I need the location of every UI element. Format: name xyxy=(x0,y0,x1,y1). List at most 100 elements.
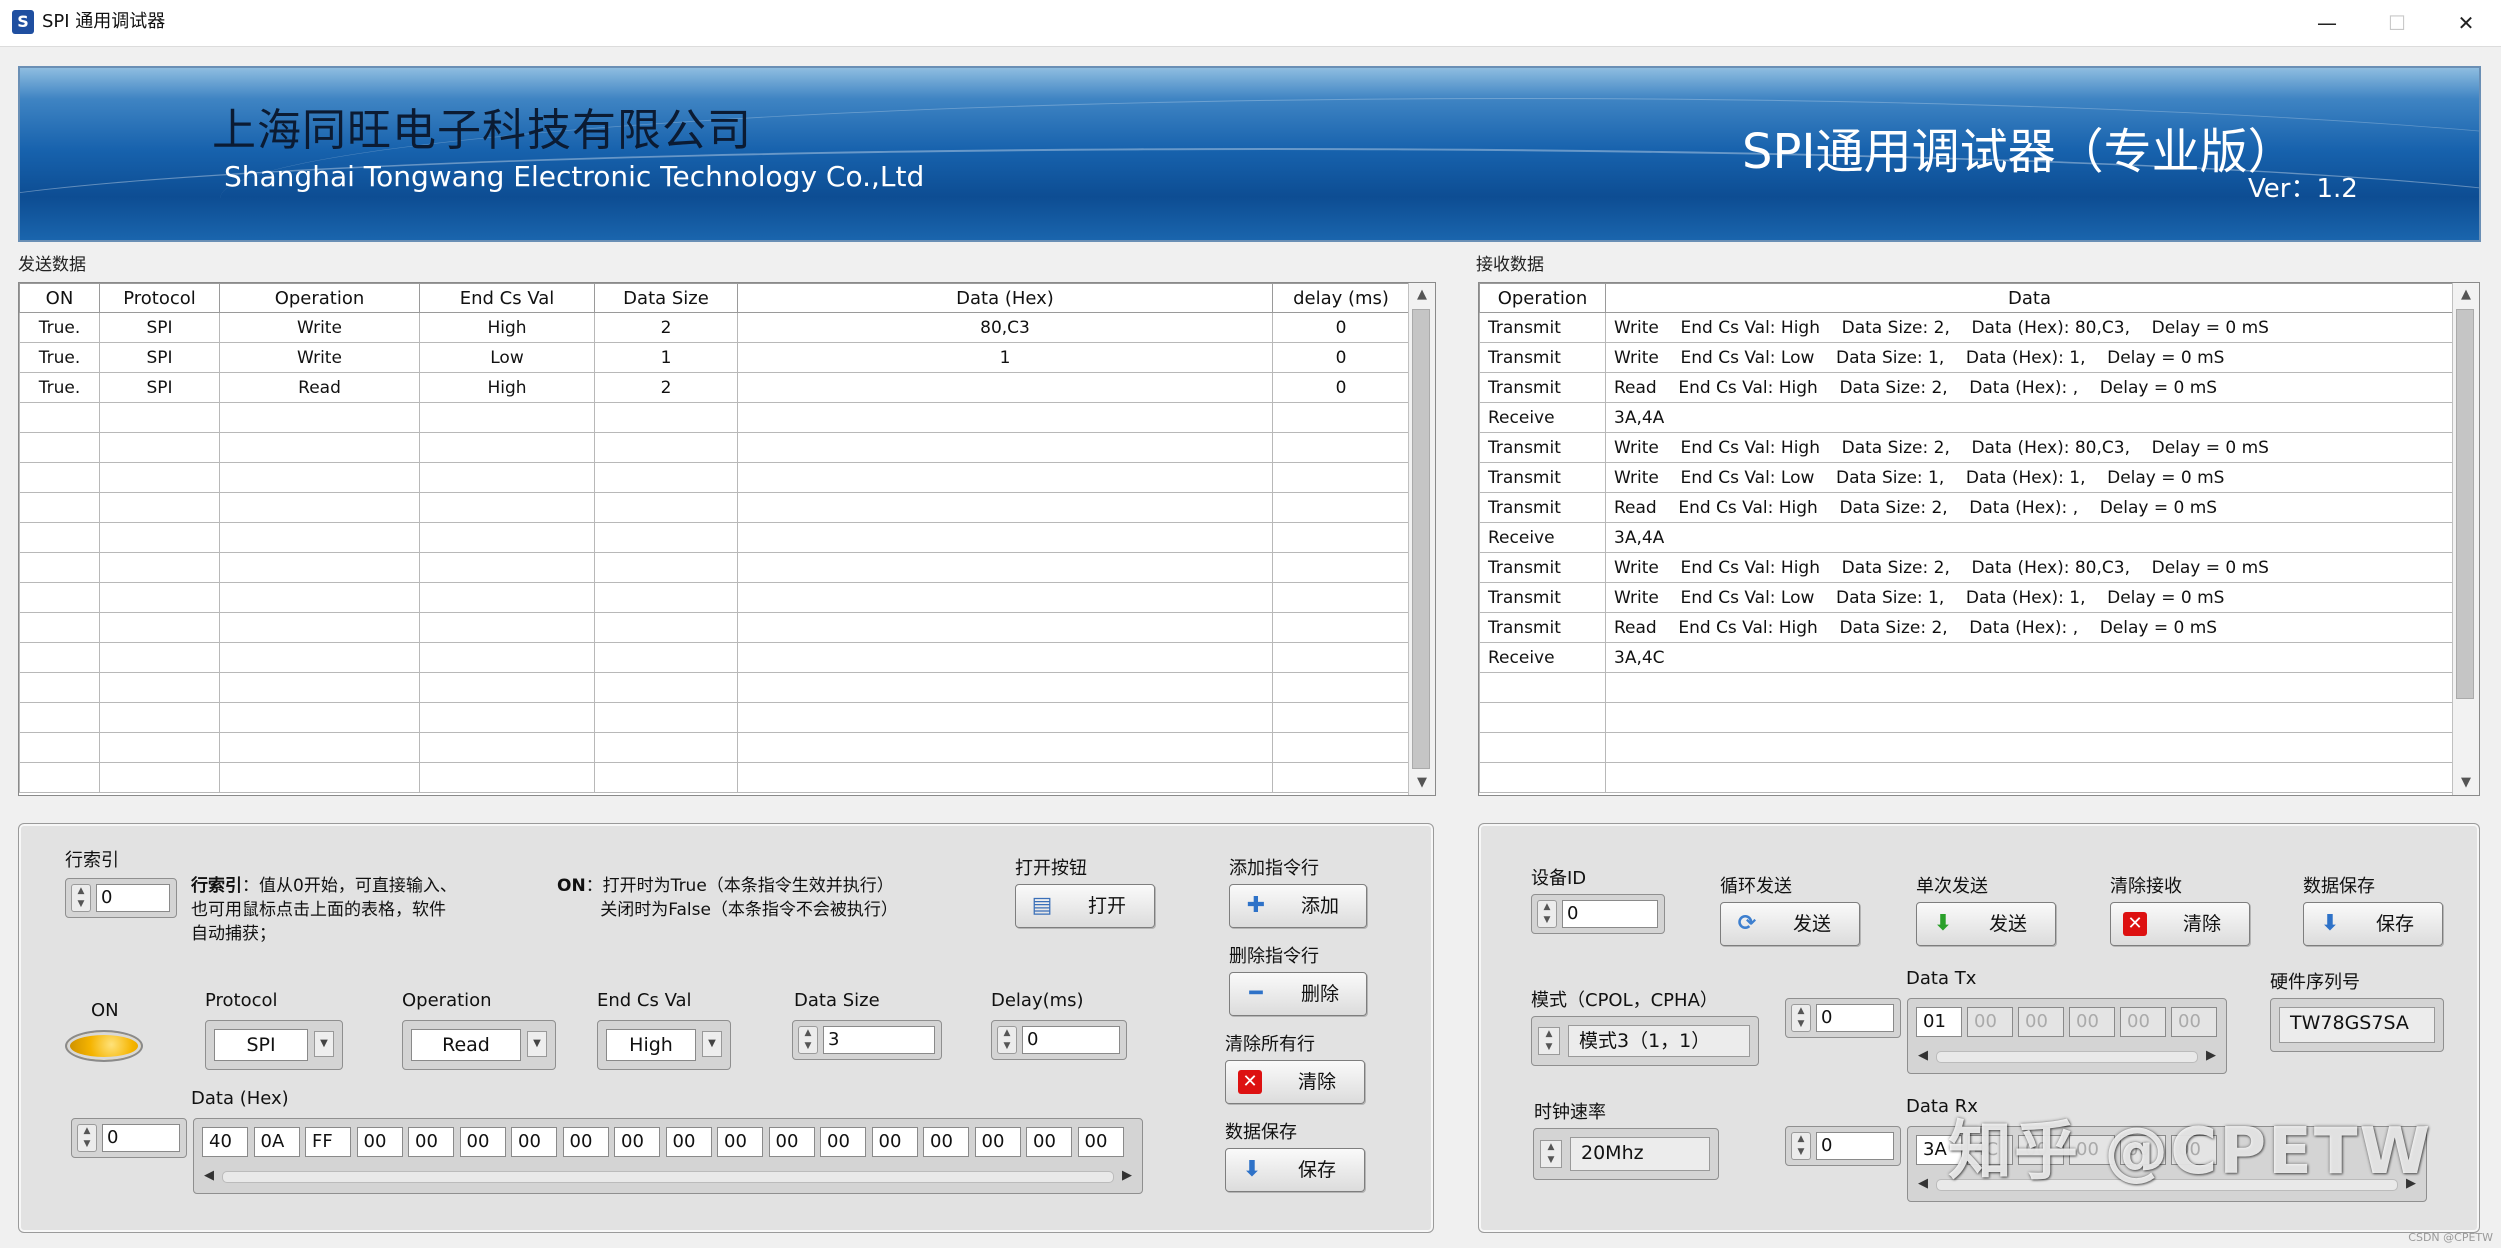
operation-value[interactable]: Read xyxy=(411,1029,521,1061)
table-row[interactable]: True. SPI Write High 2 80,C3 0 xyxy=(19,312,1410,343)
table-cell[interactable] xyxy=(1272,582,1410,613)
hex-cell[interactable]: 00 xyxy=(2171,1007,2217,1037)
table-cell[interactable] xyxy=(1272,522,1410,553)
scroll-up-icon[interactable]: ▲ xyxy=(2453,283,2479,307)
table-cell[interactable] xyxy=(1479,732,1606,763)
table-row[interactable]: Transmit Write End Cs Val: High Data Size… xyxy=(1479,552,2454,583)
data-tx-index-input[interactable]: ▲ ▼ 0 xyxy=(1785,998,1901,1038)
table-cell[interactable] xyxy=(1272,762,1410,793)
table-cell[interactable]: True. xyxy=(19,312,100,343)
table-cell[interactable] xyxy=(419,432,595,463)
table-cell[interactable] xyxy=(737,732,1273,763)
table-row[interactable] xyxy=(19,642,1410,673)
table-cell[interactable] xyxy=(1272,672,1410,703)
table-cell[interactable] xyxy=(219,552,420,583)
send-data-table[interactable]: ON Protocol Operation End Cs Val Data Size Da… xyxy=(18,282,1436,796)
table-cell[interactable]: SPI xyxy=(99,312,220,343)
table-row[interactable]: Transmit Write End Cs Val: Low Data Size:… xyxy=(1479,462,2454,493)
table-row[interactable] xyxy=(19,612,1410,643)
hex-cell[interactable]: 00 xyxy=(408,1127,454,1157)
table-cell[interactable] xyxy=(99,402,220,433)
scroll-track[interactable] xyxy=(222,1171,1114,1183)
scroll-thumb[interactable] xyxy=(2456,309,2474,699)
table-cell[interactable] xyxy=(737,432,1273,463)
table-cell[interactable] xyxy=(1272,462,1410,493)
minimize-button[interactable]: — xyxy=(2292,0,2362,46)
data-tx-index-value[interactable]: 0 xyxy=(1816,1004,1894,1032)
table-cell[interactable]: Transmit xyxy=(1479,552,1606,583)
table-cell[interactable]: True. xyxy=(19,372,100,403)
table-row[interactable]: Transmit Read End Cs Val: High Data Size:… xyxy=(1479,492,2454,523)
table-cell[interactable] xyxy=(19,402,100,433)
data-hex-index-value[interactable]: 0 xyxy=(102,1124,180,1152)
table-cell[interactable]: Write xyxy=(219,342,420,373)
table-row[interactable] xyxy=(19,582,1410,613)
table-cell[interactable]: Read End Cs Val: High Data Size: 2, Data… xyxy=(1605,372,2454,403)
table-cell[interactable] xyxy=(1272,552,1410,583)
scroll-down-icon[interactable]: ▼ xyxy=(2453,771,2479,795)
hex-cell[interactable]: 00 xyxy=(459,1127,506,1157)
table-row[interactable] xyxy=(1479,732,2454,763)
table-row[interactable] xyxy=(1479,672,2454,703)
table-cell[interactable] xyxy=(419,462,595,493)
table-cell[interactable] xyxy=(19,432,100,463)
row-index-input[interactable]: ▲ ▼ 0 xyxy=(65,878,177,918)
table-cell[interactable] xyxy=(419,642,595,673)
table-cell[interactable] xyxy=(419,402,595,433)
table-row[interactable] xyxy=(19,522,1410,553)
column-header[interactable]: Data (Hex) xyxy=(737,283,1273,313)
data-tx-scrollbar[interactable]: ◀ ▶ xyxy=(1916,1047,2218,1065)
clear-receive-button[interactable]: ✕ 清除 xyxy=(2110,902,2250,946)
table-cell[interactable]: Transmit xyxy=(1479,342,1606,373)
table-cell[interactable] xyxy=(594,762,738,793)
table-cell[interactable] xyxy=(1272,612,1410,643)
table-cell[interactable]: Receive xyxy=(1479,522,1606,553)
hex-cell[interactable]: FF xyxy=(305,1127,351,1157)
mode-value[interactable]: 模式3（1，1） xyxy=(1568,1025,1750,1057)
spin-updown-icon[interactable]: ▲ ▼ xyxy=(77,1124,97,1152)
table-cell[interactable]: Receive xyxy=(1479,402,1606,433)
table-cell[interactable] xyxy=(19,732,100,763)
table-cell[interactable]: Transmit xyxy=(1479,432,1606,463)
table-cell[interactable] xyxy=(19,552,100,583)
column-header[interactable]: delay (ms) xyxy=(1272,283,1410,313)
hex-cell[interactable]: 00 xyxy=(768,1127,815,1157)
data-hex-index-input[interactable]: ▲ ▼ 0 xyxy=(71,1118,187,1158)
table-row[interactable]: Transmit Read End Cs Val: High Data Size:… xyxy=(1479,612,2454,643)
table-cell[interactable] xyxy=(1605,702,2454,733)
maximize-button[interactable]: ☐ xyxy=(2362,0,2432,46)
table-cell[interactable]: High xyxy=(419,312,595,343)
table-cell[interactable] xyxy=(99,642,220,673)
table-cell[interactable]: Write End Cs Val: Low Data Size: 1, Data… xyxy=(1605,582,2454,613)
table-cell[interactable]: Write End Cs Val: High Data Size: 2, Dat… xyxy=(1605,312,2454,343)
hex-cell[interactable]: 00 xyxy=(562,1127,609,1157)
receive-table-scrollbar[interactable]: ▲ ▼ xyxy=(2452,283,2479,795)
table-cell[interactable] xyxy=(219,402,420,433)
table-cell[interactable]: Transmit xyxy=(1479,582,1606,613)
loop-send-button[interactable]: ⟳ 发送 xyxy=(1720,902,1860,946)
table-row[interactable] xyxy=(19,762,1410,793)
data-tx-array[interactable]: ◀ ▶ 01 00 00 00 00 00 xyxy=(1907,998,2227,1074)
delay-input[interactable]: ▲ ▼ 0 xyxy=(991,1020,1127,1060)
table-cell[interactable]: Transmit xyxy=(1479,462,1606,493)
hex-cell[interactable]: 00 xyxy=(1077,1127,1124,1157)
hex-cell[interactable]: 00 xyxy=(974,1127,1021,1157)
spin-updown-icon[interactable]: ▲ ▼ xyxy=(1538,1027,1560,1055)
device-id-input[interactable]: ▲ ▼ 0 xyxy=(1531,894,1665,934)
table-cell[interactable]: Write End Cs Val: High Data Size: 2, Dat… xyxy=(1605,432,2454,463)
table-cell[interactable] xyxy=(219,702,420,733)
table-cell[interactable]: 2 xyxy=(594,312,738,343)
table-cell[interactable]: 1 xyxy=(737,342,1273,373)
hex-cell[interactable]: 00 xyxy=(923,1127,969,1157)
row-index-value[interactable]: 0 xyxy=(96,884,170,912)
spin-updown-icon[interactable]: ▲ ▼ xyxy=(71,884,91,912)
table-cell[interactable]: Read xyxy=(219,372,420,403)
table-cell[interactable] xyxy=(419,552,595,583)
table-cell[interactable] xyxy=(219,582,420,613)
dropdown-arrow-icon[interactable]: ▼ xyxy=(527,1031,547,1057)
column-header[interactable]: Protocol xyxy=(99,283,220,313)
table-cell[interactable] xyxy=(594,672,738,703)
spin-updown-icon[interactable]: ▲ ▼ xyxy=(1540,1140,1562,1168)
table-cell[interactable] xyxy=(219,762,420,793)
table-cell[interactable] xyxy=(219,672,420,703)
